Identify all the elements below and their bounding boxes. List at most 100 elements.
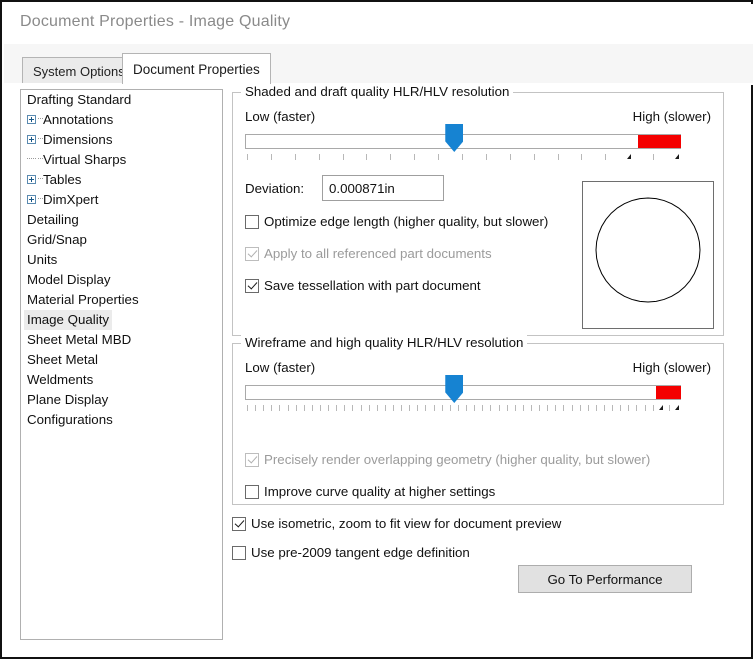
wireframe-quality-group: Wireframe and high quality HLR/HLV resol… (232, 343, 724, 505)
optimize-edge-length-checkbox[interactable]: Optimize edge length (higher quality, bu… (245, 214, 548, 229)
use-isometric-preview-checkbox[interactable]: Use isometric, zoom to fit view for docu… (232, 516, 561, 531)
slider-tick (296, 405, 297, 411)
slider-tick (247, 405, 248, 411)
expand-plus-icon[interactable] (27, 195, 36, 204)
sidebar-item-units[interactable]: Units (21, 250, 222, 270)
slider-tick (425, 405, 426, 411)
slider-tick (462, 154, 463, 160)
sidebar-item-label: Virtual Sharps (43, 150, 126, 170)
sidebar-item-sheet-metal-mbd[interactable]: Sheet Metal MBD (21, 330, 222, 350)
slider-tick (510, 154, 511, 160)
expand-plus-icon[interactable] (27, 135, 36, 144)
save-tessellation-checkbox-box[interactable] (245, 279, 259, 293)
slider-tick (247, 154, 248, 160)
sidebar-item-label: Weldments (27, 370, 93, 390)
apply-to-referenced-docs-label: Apply to all referenced part documents (264, 246, 492, 261)
slider-tick (361, 405, 362, 411)
slider-tick (531, 405, 532, 411)
sidebar-item-weldments[interactable]: Weldments (21, 370, 222, 390)
sidebar-item-detailing[interactable]: Detailing (21, 210, 222, 230)
sidebar-item-sheet-metal[interactable]: Sheet Metal (21, 350, 222, 370)
dialog-title: Document Properties - Image Quality (20, 13, 290, 31)
sidebar-item-configurations[interactable]: Configurations (21, 410, 222, 430)
shaded-quality-slider[interactable] (245, 134, 681, 164)
sidebar-item-tables[interactable]: Tables (21, 170, 222, 190)
wireframe-slider-low-label: Low (faster) (245, 360, 315, 375)
sidebar-item-label: Detailing (27, 210, 79, 230)
slider-tick (390, 154, 391, 160)
sidebar-item-label: Drafting Standard (27, 90, 131, 110)
optimize-edge-length-label: Optimize edge length (higher quality, bu… (264, 214, 548, 229)
slider-tick (523, 405, 524, 411)
slider-tick (653, 154, 654, 160)
deviation-input[interactable] (322, 175, 444, 201)
sidebar-item-label: Grid/Snap (27, 230, 87, 250)
slider-tick (320, 405, 321, 411)
slider-tick (645, 405, 646, 411)
use-pre2009-tangent-checkbox-box[interactable] (232, 546, 246, 560)
slider-tick (596, 405, 597, 411)
expand-plus-icon[interactable] (27, 175, 36, 184)
sidebar-item-plane-display[interactable]: Plane Display (21, 390, 222, 410)
slider-tick (295, 154, 296, 160)
slider-tick (547, 405, 548, 411)
sidebar-item-label: Plane Display (27, 390, 108, 410)
slider-tick (620, 405, 621, 411)
sidebar-item-label: Dimensions (43, 130, 112, 150)
improve-curve-quality-checkbox-box[interactable] (245, 485, 259, 499)
slider-tick (352, 405, 353, 411)
sidebar-item-model-display[interactable]: Model Display (21, 270, 222, 290)
slider-tick (288, 405, 289, 411)
tree-leaf-connector-icon (27, 158, 36, 160)
slider-tick (474, 405, 475, 411)
slider-tick (328, 405, 329, 411)
slider-tick-arrow-icon (675, 405, 679, 410)
use-isometric-preview-checkbox-box[interactable] (232, 517, 246, 531)
slider-tick (271, 154, 272, 160)
slider-tick (366, 154, 367, 160)
tab-document-properties[interactable]: Document Properties (122, 53, 271, 84)
slider-tick (490, 405, 491, 411)
wireframe-quality-slider[interactable] (245, 385, 681, 415)
dialog-titlebar: Document Properties - Image Quality (4, 4, 753, 45)
slider-tick (581, 154, 582, 160)
sidebar-item-label: Sheet Metal MBD (27, 330, 131, 350)
go-to-performance-button[interactable]: Go To Performance (518, 565, 692, 593)
sidebar-item-dimxpert[interactable]: DimXpert (21, 190, 222, 210)
sidebar-item-label: Configurations (27, 410, 113, 430)
wireframe-slider-ticks (245, 405, 681, 413)
sidebar-item-drafting-standard[interactable]: Drafting Standard (21, 90, 222, 110)
slider-tick (515, 405, 516, 411)
slider-tick (669, 405, 670, 411)
slider-tick (319, 154, 320, 160)
wireframe-quality-group-title: Wireframe and high quality HLR/HLV resol… (241, 335, 527, 350)
document-properties-dialog: Document Properties - Image Quality Syst… (0, 0, 753, 659)
slider-tick (263, 405, 264, 411)
shaded-quality-group: Shaded and draft quality HLR/HLV resolut… (232, 92, 724, 336)
sidebar-item-grid-snap[interactable]: Grid/Snap (21, 230, 222, 250)
slider-tick (605, 154, 606, 160)
slider-tick (558, 154, 559, 160)
expand-plus-icon[interactable] (27, 115, 36, 124)
sidebar-item-dimensions[interactable]: Dimensions (21, 130, 222, 150)
sidebar-item-material-properties[interactable]: Material Properties (21, 290, 222, 310)
settings-tree[interactable]: Drafting StandardAnnotationsDimensionsVi… (20, 89, 223, 640)
sidebar-item-label: Material Properties (27, 290, 139, 310)
sidebar-item-image-quality[interactable]: Image Quality (21, 310, 222, 330)
slider-tick (434, 405, 435, 411)
slider-tick (442, 405, 443, 411)
improve-curve-quality-checkbox[interactable]: Improve curve quality at higher settings (245, 484, 495, 499)
sidebar-item-label: Tables (43, 170, 81, 190)
sidebar-item-virtual-sharps[interactable]: Virtual Sharps (21, 150, 222, 170)
slider-tick (401, 405, 402, 411)
sidebar-item-annotations[interactable]: Annotations (21, 110, 222, 130)
slider-tick (409, 405, 410, 411)
use-pre2009-tangent-checkbox[interactable]: Use pre-2009 tangent edge definition (232, 545, 470, 560)
tab-system-options[interactable]: System Options (22, 57, 136, 84)
slider-tick (279, 405, 280, 411)
wireframe-slider-high-label: High (slower) (633, 360, 711, 375)
apply-to-referenced-docs-checkbox-box (245, 247, 259, 261)
optimize-edge-length-checkbox-box[interactable] (245, 215, 259, 229)
slider-tick (653, 405, 654, 411)
save-tessellation-checkbox[interactable]: Save tessellation with part document (245, 278, 481, 293)
